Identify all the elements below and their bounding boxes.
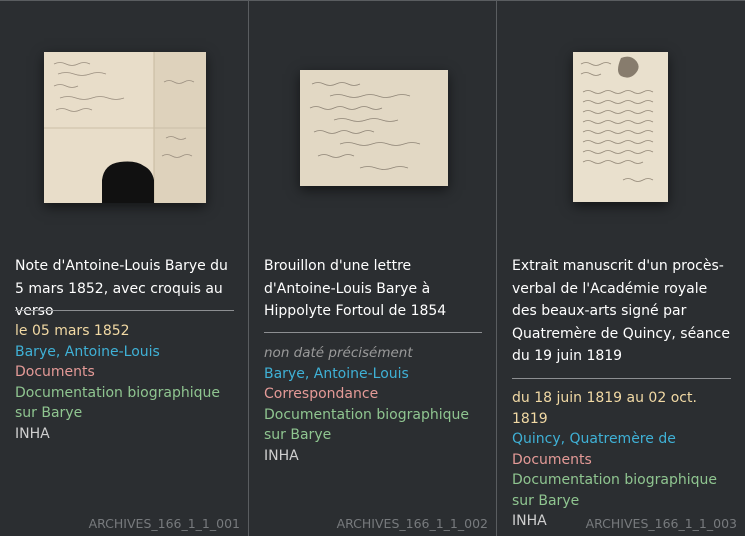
date-label: le 05 mars 1852: [15, 323, 130, 339]
card-title[interactable]: Extrait manuscrit d'un procès-verbal de …: [512, 255, 731, 368]
thumbnail-area[interactable]: [497, 1, 745, 229]
result-card[interactable]: Brouillon d'une lettre d'Antoine-Louis B…: [249, 1, 497, 536]
divider: [264, 332, 482, 333]
card-metadata: le 05 mars 1852 Barye, Antoine-Louis Doc…: [15, 321, 238, 444]
subject-link[interactable]: Documentation biographique sur Barye: [15, 383, 238, 424]
subject-link[interactable]: Documentation biographique sur Barye: [512, 470, 735, 511]
thumbnail-area[interactable]: [0, 1, 248, 229]
card-title[interactable]: Brouillon d'une lettre d'Antoine-Louis B…: [264, 255, 482, 323]
institution-label: INHA: [264, 447, 299, 464]
card-title[interactable]: Note d'Antoine-Louis Barye du 5 mars 185…: [15, 255, 234, 323]
card-metadata: du 18 juin 1819 au 02 oct. 1819 Quincy, …: [512, 388, 735, 532]
divider: [512, 378, 731, 379]
reference-code: ARCHIVES_166_1_1_002: [336, 516, 488, 531]
creator-link[interactable]: Barye, Antoine-Louis: [264, 364, 486, 385]
divider: [15, 310, 234, 311]
document-thumbnail[interactable]: [573, 52, 668, 202]
subject-link[interactable]: Documentation biographique sur Barye: [264, 405, 486, 446]
document-thumbnail[interactable]: [300, 70, 448, 186]
results-grid: Note d'Antoine-Louis Barye du 5 mars 185…: [0, 0, 745, 536]
reference-code: ARCHIVES_166_1_1_003: [585, 516, 737, 531]
institution-label: INHA: [15, 425, 50, 442]
result-card[interactable]: Note d'Antoine-Louis Barye du 5 mars 185…: [0, 1, 249, 536]
card-metadata: non daté précisément Barye, Antoine-Loui…: [264, 343, 486, 466]
date-label: non daté précisément: [264, 345, 413, 361]
type-link[interactable]: Correspondance: [264, 384, 486, 405]
thumbnail-area[interactable]: [249, 1, 496, 229]
result-card[interactable]: Extrait manuscrit d'un procès-verbal de …: [497, 1, 745, 536]
creator-link[interactable]: Barye, Antoine-Louis: [15, 342, 238, 363]
document-thumbnail[interactable]: [44, 52, 206, 203]
type-link[interactable]: Documents: [15, 362, 238, 383]
creator-link[interactable]: Quincy, Quatremère de: [512, 429, 735, 450]
type-link[interactable]: Documents: [512, 450, 735, 471]
date-label: du 18 juin 1819 au 02 oct. 1819: [512, 390, 697, 427]
reference-code: ARCHIVES_166_1_1_001: [88, 516, 240, 531]
